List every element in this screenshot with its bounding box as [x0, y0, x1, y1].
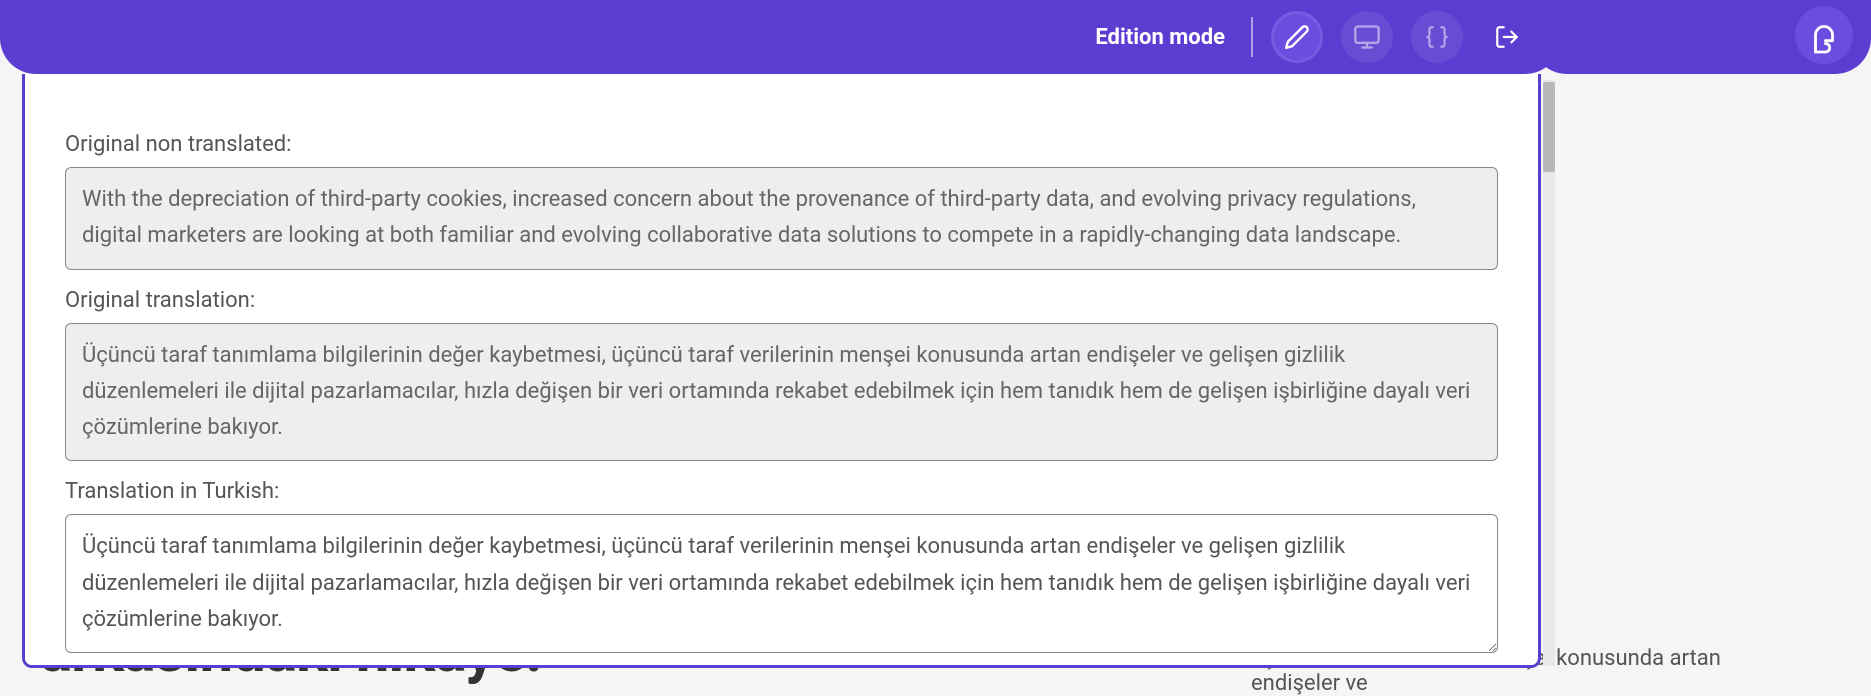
pencil-icon: [1284, 24, 1310, 50]
monitor-icon: [1353, 23, 1381, 51]
translation-modal: Original non translated: With the deprec…: [22, 74, 1541, 668]
topbar: Edition mode: [0, 0, 1561, 74]
mode-label: Edition mode: [1095, 25, 1225, 50]
exit-button[interactable]: [1481, 11, 1533, 63]
original-text-box: With the depreciation of third-party coo…: [65, 167, 1498, 270]
page-scrollbar[interactable]: [1543, 80, 1555, 666]
original-label: Original non translated:: [65, 132, 1498, 157]
turkish-translation-label: Translation in Turkish:: [65, 479, 1498, 504]
original-translation-box: Üçüncü taraf tanımlama bilgilerinin değe…: [65, 323, 1498, 462]
original-translation-label: Original translation:: [65, 288, 1498, 313]
thumb-logo-icon: [1807, 15, 1841, 55]
turkish-translation-input[interactable]: [65, 514, 1498, 653]
edit-mode-button[interactable]: [1271, 11, 1323, 63]
braces-icon: [1424, 24, 1450, 50]
scrollbar-thumb[interactable]: [1543, 82, 1555, 172]
logout-icon: [1494, 24, 1520, 50]
code-mode-button[interactable]: [1411, 11, 1463, 63]
divider: [1251, 17, 1253, 57]
preview-mode-button[interactable]: [1341, 11, 1393, 63]
app-logo-button[interactable]: [1795, 6, 1853, 64]
